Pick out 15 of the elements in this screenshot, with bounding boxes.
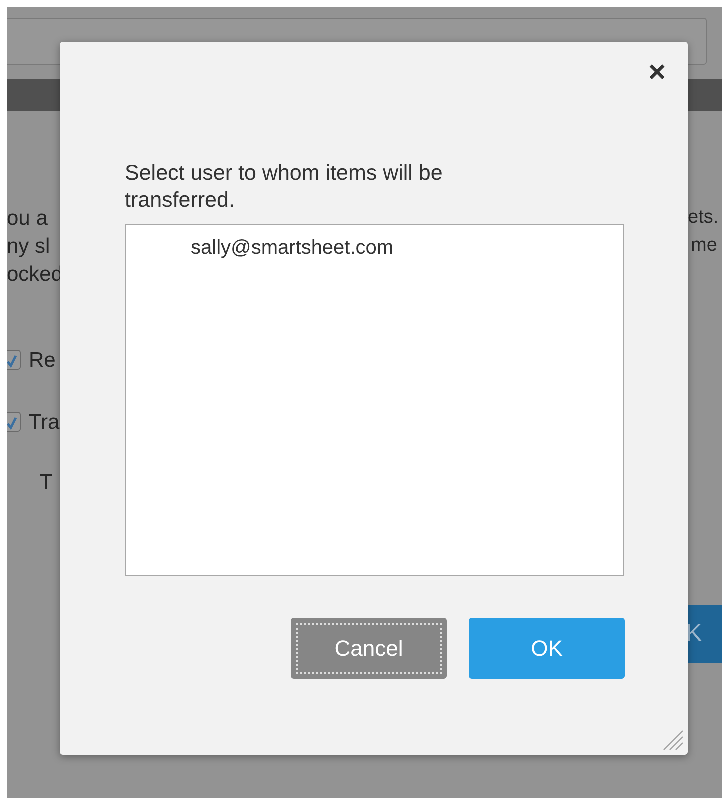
option-label: Re (29, 350, 56, 371)
checkbox[interactable] (7, 412, 21, 432)
user-list-item[interactable]: sally@smartsheet.com (126, 235, 623, 261)
paragraph-text: ou a (7, 208, 48, 229)
field-label: T (40, 472, 53, 493)
option-label: Tra (29, 412, 60, 433)
close-button[interactable]: × (648, 58, 666, 88)
paragraph-text: ny sl (7, 236, 50, 257)
prompt-text: Select user to whom items will be transferred. (125, 160, 444, 214)
cancel-button[interactable]: Cancel (291, 618, 447, 679)
paragraph-text: me (691, 236, 718, 255)
confirm-button[interactable]: OK (469, 618, 625, 679)
paragraph-text: ets. (688, 208, 719, 227)
resize-grip-icon[interactable] (662, 729, 684, 751)
checkbox[interactable] (7, 350, 21, 370)
